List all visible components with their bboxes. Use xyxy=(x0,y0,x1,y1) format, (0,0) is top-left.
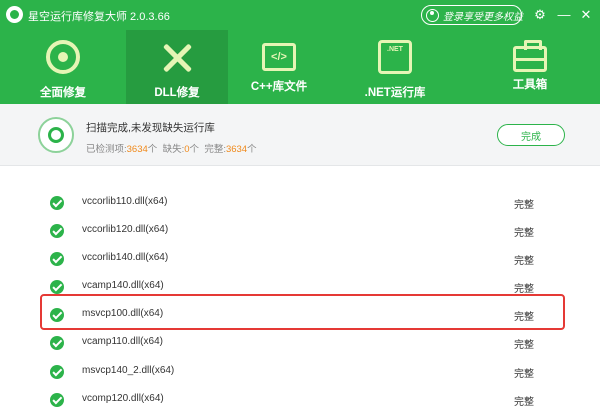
check-icon xyxy=(50,336,64,351)
dll-status: 完整 xyxy=(514,284,534,296)
detected-label: 已检测项: xyxy=(86,144,127,155)
dll-status: 完整 xyxy=(514,340,534,352)
dll-status: 完整 xyxy=(514,312,534,324)
complete-unit: 个 xyxy=(247,144,257,155)
app-logo-icon xyxy=(6,6,23,23)
settings-icon[interactable]: ⚙ xyxy=(532,7,548,23)
complete-count: 3634 xyxy=(225,144,248,155)
login-button[interactable]: 登录享受更多权益 xyxy=(421,5,523,25)
dll-name: vcamp110.dll(x64) xyxy=(82,336,163,348)
tab-cpp-library[interactable]: </> C++库文件 xyxy=(228,30,330,104)
title-bar: 星空运行库修复大师 2.0.3.66 登录享受更多权益 ⚙ — ✕ xyxy=(0,0,600,30)
status-summary: 已检测项:3634个 缺失:0个 完整:3634个 xyxy=(86,141,257,155)
user-icon xyxy=(426,8,439,22)
dll-name: vccorlib120.dll(x64) xyxy=(82,224,169,236)
toolbox-icon xyxy=(513,40,547,72)
list-item: vcomp120.dll(x64) 完整 xyxy=(0,385,600,412)
detected-unit: 个 xyxy=(147,144,158,155)
tab-label: 工具箱 xyxy=(512,79,548,91)
check-icon xyxy=(50,308,64,323)
status-message: 扫描完成,未发现缺失运行库 xyxy=(86,122,215,134)
dll-status: 完整 xyxy=(514,396,534,408)
minimize-icon[interactable]: — xyxy=(556,7,572,23)
tab-label: C++库文件 xyxy=(250,81,308,93)
tab-full-repair[interactable]: 全面修复 xyxy=(0,30,126,104)
net-calendar-icon: .NET xyxy=(378,40,412,74)
app-header: 星空运行库修复大师 2.0.3.66 登录享受更多权益 ⚙ — ✕ 全面修复 D… xyxy=(0,0,600,104)
list-item: msvcp140_2.dll(x64) 完整 xyxy=(0,357,600,385)
scan-complete-icon xyxy=(38,117,74,153)
recycle-icon xyxy=(46,40,80,74)
login-label: 登录享受更多权益 xyxy=(443,11,523,23)
list-item: vccorlib140.dll(x64) 完整 xyxy=(0,244,600,272)
list-item: vcamp140.dll(x64) 完整 xyxy=(0,272,600,300)
close-icon[interactable]: ✕ xyxy=(578,7,594,23)
check-icon xyxy=(50,280,64,295)
code-monitor-icon: </> xyxy=(262,43,296,71)
dll-name: msvcp140_2.dll(x64) xyxy=(82,364,175,376)
check-icon xyxy=(50,252,64,267)
done-button[interactable]: 完成 xyxy=(497,124,565,146)
dll-status: 完整 xyxy=(514,368,534,380)
check-icon xyxy=(50,224,64,239)
tab-label: DLL修复 xyxy=(154,87,200,99)
check-icon xyxy=(50,364,64,379)
tab-net-runtime[interactable]: .NET .NET运行库 xyxy=(330,30,460,104)
dll-status: 完整 xyxy=(514,200,534,211)
list-item: vcamp110.dll(x64) 完整 xyxy=(0,328,600,356)
dll-status: 完整 xyxy=(514,228,534,240)
dll-name: vcomp120.dll(x64) xyxy=(82,392,164,404)
dll-name: vcamp140.dll(x64) xyxy=(82,280,164,292)
check-icon xyxy=(50,392,64,407)
dll-name: vccorlib110.dll(x64) xyxy=(82,196,168,207)
check-icon xyxy=(50,196,64,210)
complete-label: 完整: xyxy=(204,144,226,155)
net-icon-text: .NET xyxy=(387,46,403,53)
list-item: vccorlib120.dll(x64) 完整 xyxy=(0,216,600,244)
detected-count: 3634 xyxy=(126,144,148,155)
app-title: 星空运行库修复大师 2.0.3.66 xyxy=(28,11,170,23)
tab-dll-repair[interactable]: DLL修复 xyxy=(126,30,228,104)
dll-status: 完整 xyxy=(514,256,534,268)
dll-name: msvcp100.dll(x64) xyxy=(82,308,164,320)
dll-name: vccorlib140.dll(x64) xyxy=(82,252,169,264)
code-icon-text: </> xyxy=(271,51,287,63)
tab-label: 全面修复 xyxy=(40,87,86,99)
missing-unit: 个 xyxy=(189,144,200,155)
tab-label: .NET运行库 xyxy=(364,87,426,99)
missing-label: 缺失: xyxy=(162,144,185,155)
list-item: vccorlib110.dll(x64) 完整 xyxy=(0,188,600,216)
tools-cross-icon xyxy=(160,40,194,74)
tab-toolbox[interactable]: 工具箱 xyxy=(460,30,600,104)
list-item: msvcp100.dll(x64) 完整 xyxy=(0,300,600,328)
dll-list[interactable]: vccorlib110.dll(x64) 完整 vccorlib120.dll(… xyxy=(0,188,600,412)
main-nav: 全面修复 DLL修复 </> C++库文件 .NET .NET运行库 工具箱 xyxy=(0,30,600,104)
